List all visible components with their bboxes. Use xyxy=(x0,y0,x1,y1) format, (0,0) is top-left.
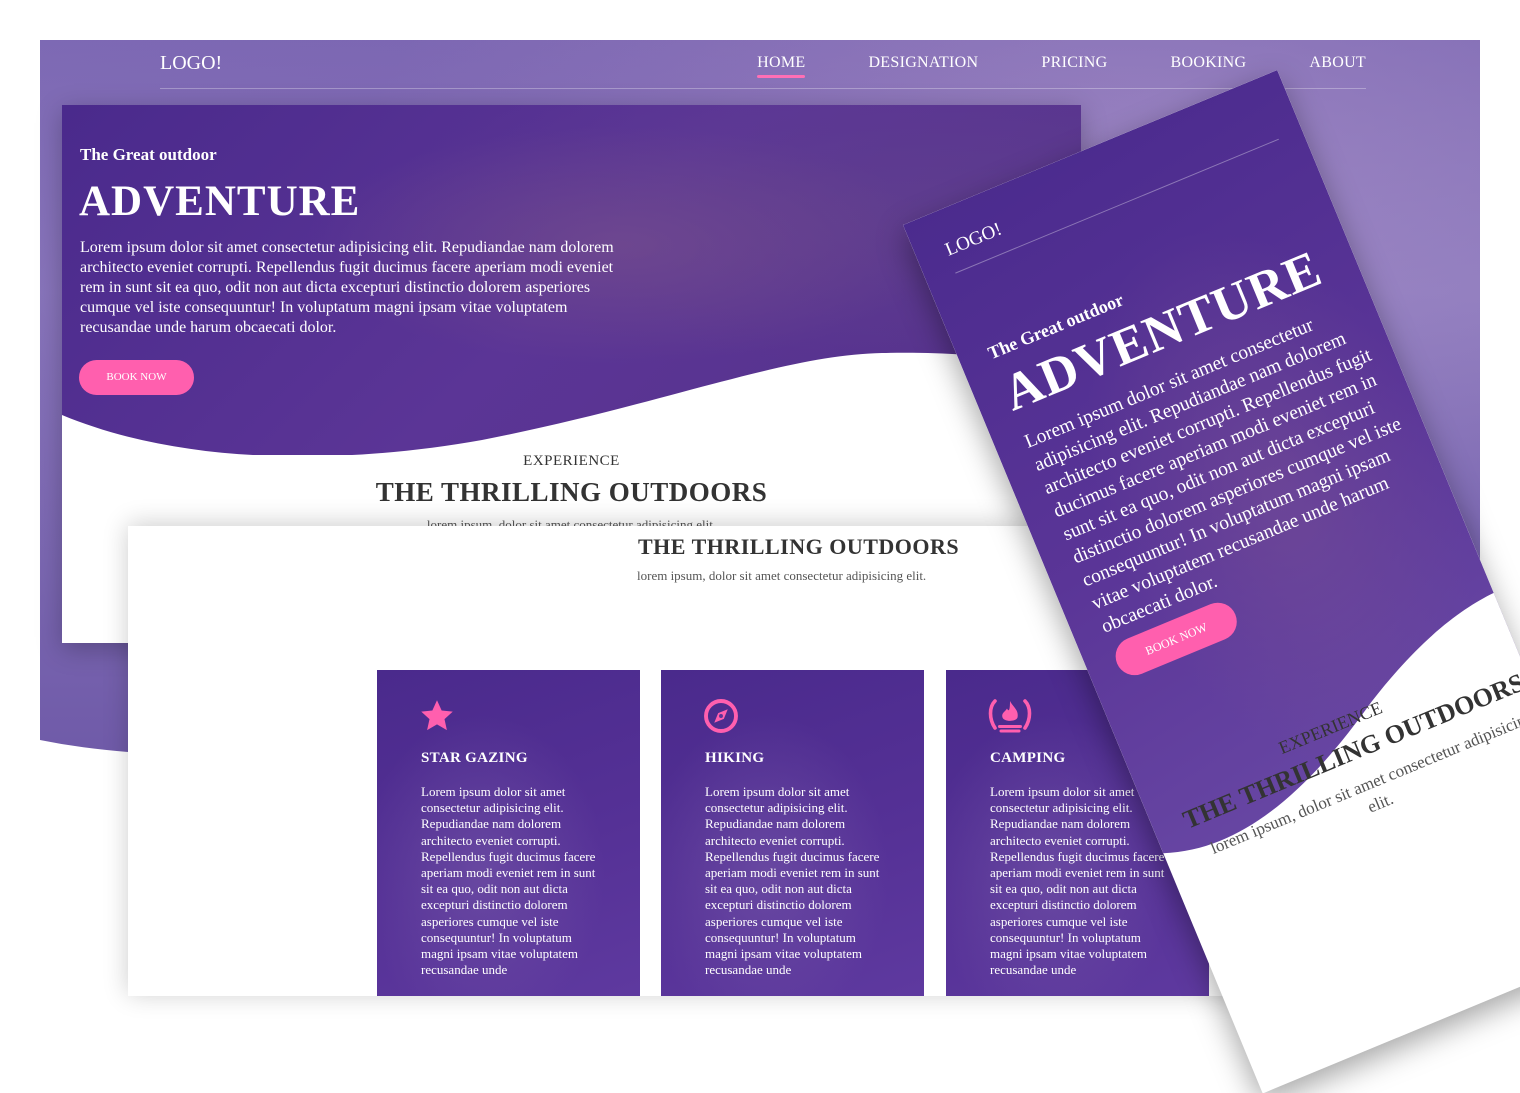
nav-link-designation[interactable]: DESIGNATION xyxy=(868,54,978,78)
logo[interactable]: LOGO! xyxy=(160,52,222,75)
experience-eyebrow: EXPERIENCE xyxy=(523,453,620,469)
hero-description: Lorem ipsum dolor sit amet consectetur a… xyxy=(80,239,614,336)
star-icon xyxy=(421,700,453,731)
feature-title: STAR GAZING xyxy=(421,750,528,766)
campfire-icon xyxy=(988,699,1032,733)
feature-title: CAMPING xyxy=(990,750,1066,766)
experience-title: THE THRILLING OUTDOORS xyxy=(375,477,768,507)
nav-link-about[interactable]: ABOUT xyxy=(1309,54,1366,78)
nav-link-booking[interactable]: BOOKING xyxy=(1171,54,1247,78)
feature-title: HIKING xyxy=(705,750,765,766)
feature-card-star-gazing: STAR GAZING Lorem ipsum dolor sit amet c… xyxy=(377,670,640,996)
hero-title: ADVENTURE xyxy=(79,178,361,225)
nav-link-home[interactable]: HOME xyxy=(757,54,806,78)
hero-eyebrow: The Great outdoor xyxy=(80,145,217,164)
top-navigation: LOGO! HOME DESIGNATION PRICING BOOKING A… xyxy=(160,40,1366,89)
feature-card-hiking: HIKING Lorem ipsum dolor sit amet consec… xyxy=(661,670,924,996)
features-subtitle: lorem ipsum, dolor sit amet consectetur … xyxy=(637,568,927,583)
features-title: THE THRILLING OUTDOORS xyxy=(638,534,960,559)
feature-text: Lorem ipsum dolor sit amet consectetur a… xyxy=(705,784,880,978)
nav-link-pricing[interactable]: PRICING xyxy=(1041,54,1107,78)
book-now-button[interactable]: BOOK NOW xyxy=(79,360,194,395)
compass-icon xyxy=(704,699,738,733)
feature-text: Lorem ipsum dolor sit amet consectetur a… xyxy=(421,784,596,978)
